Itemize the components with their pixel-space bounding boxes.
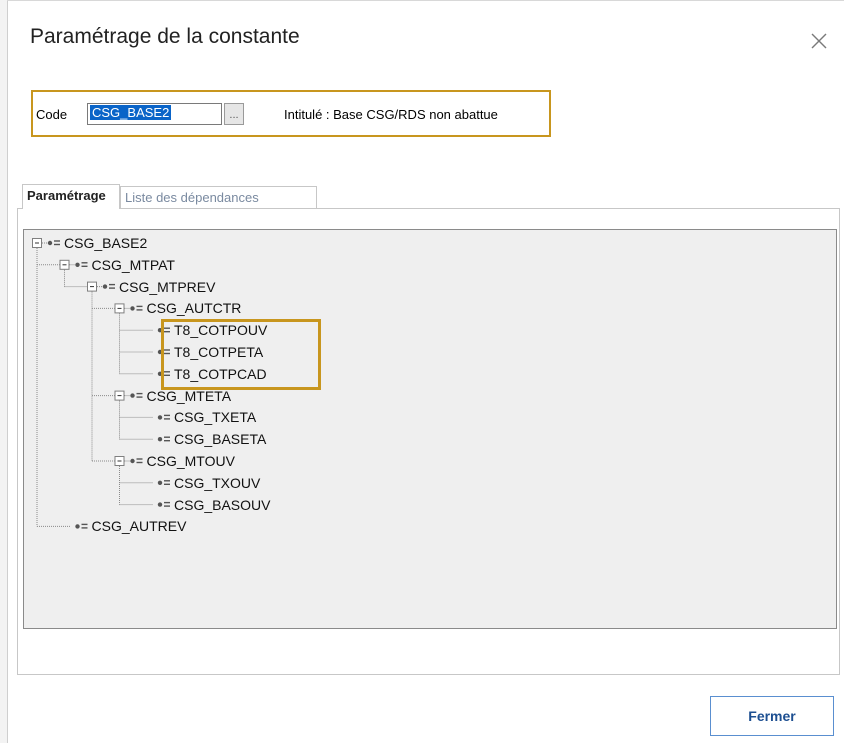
constant-node-icon	[130, 458, 135, 464]
constant-node-icon	[75, 524, 80, 529]
close-button[interactable]	[804, 26, 834, 56]
tree-node-label[interactable]: CSG_MTPREV	[119, 277, 215, 297]
constant-node-icon	[130, 306, 135, 311]
tree-node-label[interactable]: CSG_BASOUV	[174, 495, 270, 515]
window-frame-left	[0, 0, 8, 743]
dialog-title: Paramétrage de la constante	[30, 25, 300, 48]
tab-liste-dependances[interactable]: Liste des dépendances	[120, 186, 317, 208]
tree-node-label[interactable]: CSG_AUTCTR	[147, 298, 242, 318]
constant-node-icon	[157, 502, 163, 507]
tree-node-label[interactable]: CSG_TXOUV	[174, 473, 260, 493]
intitule-text: Intitulé : Base CSG/RDS non abattue	[284, 107, 498, 122]
constant-node-icon	[47, 240, 53, 246]
constant-node-icon	[75, 262, 80, 267]
tree-node-label[interactable]: CSG_MTPAT	[92, 255, 176, 275]
tree-node-label[interactable]: CSG_BASETA	[174, 429, 266, 449]
constant-node-icon	[130, 393, 135, 398]
constant-node-icon	[157, 415, 163, 420]
constant-node-icon	[157, 437, 163, 442]
tab-parametrage[interactable]: Paramétrage	[22, 184, 120, 209]
tree-node-label[interactable]: CSG_MTOUV	[147, 451, 235, 471]
fermer-button[interactable]: Fermer	[710, 696, 834, 736]
constant-node-icon	[102, 284, 108, 289]
code-label: Code	[36, 107, 68, 122]
tree-node-label[interactable]: CSG_TXETA	[174, 407, 256, 427]
browse-button[interactable]: ...	[224, 103, 244, 125]
window-frame-top	[7, 0, 844, 1]
code-input-value: CSG_BASE2	[90, 105, 172, 120]
tree-node-label[interactable]: CSG_BASE2	[64, 233, 147, 253]
code-input[interactable]: CSG_BASE2	[87, 103, 222, 125]
leaf-highlight-box	[161, 319, 321, 390]
close-icon	[811, 33, 827, 49]
dependency-tree[interactable]: CSG_BASE2 CSG_MTPAT CSG_MTPREV CSG_AUTCTR T8…	[23, 229, 837, 629]
constant-node-icon	[157, 480, 163, 485]
tree-node-label[interactable]: CSG_AUTREV	[92, 516, 187, 536]
